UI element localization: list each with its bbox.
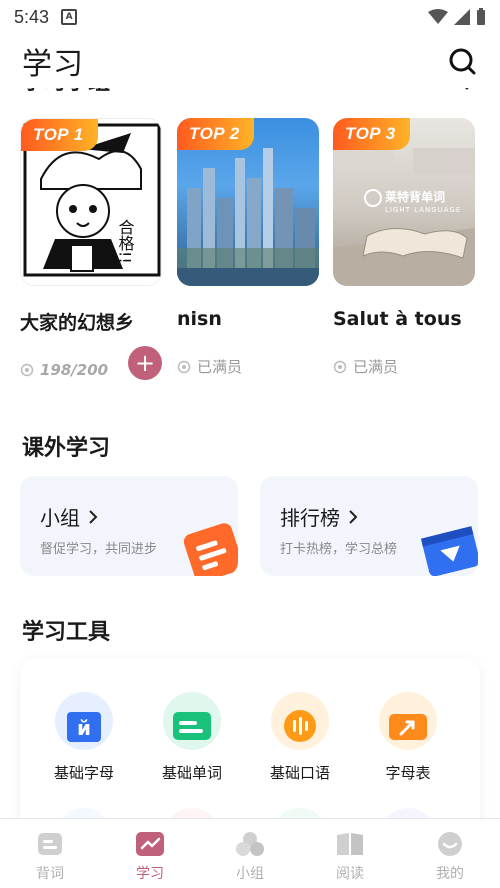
profile-icon	[434, 829, 466, 859]
group-status: 已满员	[177, 356, 319, 377]
card-title-label: 小组	[40, 506, 80, 530]
member-icon	[177, 360, 191, 373]
letters-glyph: й	[77, 716, 91, 740]
group-card[interactable]: 莱特背单词 LIGHT LANGUAGE TOP 3 Salut à tous …	[333, 118, 475, 377]
group-study-card[interactable]: 小组 督促学习，共同进步	[20, 476, 238, 576]
nav-label: 学习	[136, 866, 164, 882]
nav-label: 背词	[36, 866, 64, 882]
signal-icon	[454, 9, 470, 25]
card-title-label: 排行榜	[280, 506, 340, 530]
group-thumbnail: 合格!! TOP 1	[20, 118, 162, 286]
alphabet-icon	[379, 692, 437, 750]
group-chat-icon	[183, 523, 238, 576]
rank-badge: TOP 3	[333, 118, 410, 150]
nav-item-study[interactable]: 学习	[100, 819, 200, 888]
member-icon	[333, 360, 347, 373]
group-card[interactable]: TOP 2 nisn 已满员	[177, 118, 319, 377]
full-status: 已满员	[197, 358, 243, 376]
tools-title: 学习工具	[22, 620, 111, 645]
top-groups: 合格!! TOP 1 大家的幻想乡 198/200 + TOP 2 nisn 已…	[0, 118, 500, 388]
tool-label: 基础口语	[269, 764, 330, 782]
watermark-subtitle: LIGHT LANGUAGE	[385, 206, 462, 214]
group-status: 已满员	[333, 356, 475, 377]
chevron-right-icon	[349, 509, 358, 524]
book-icon	[334, 829, 366, 859]
group-thumbnail: 莱特背单词 LIGHT LANGUAGE TOP 3	[333, 118, 475, 286]
join-group-button[interactable]: +	[128, 346, 162, 380]
extracurricular-title: 课外学习	[22, 436, 111, 461]
chevron-right-icon	[89, 509, 98, 524]
rank-badge: TOP 1	[21, 119, 98, 151]
nav-item-vocabulary[interactable]: 背词	[0, 819, 100, 888]
battery-icon	[477, 8, 485, 25]
app-header: 学习	[0, 34, 500, 88]
tool-basic-speaking[interactable]: 基础口语	[254, 692, 346, 783]
status-time: 5:43	[14, 6, 50, 27]
search-icon	[449, 48, 476, 75]
leaderboard-card[interactable]: 排行榜 打卡热榜，学习总榜	[260, 476, 478, 576]
rank-badge: TOP 2	[177, 118, 254, 150]
page-title: 学习	[22, 47, 84, 82]
group-name: nisn	[177, 308, 222, 330]
tool-label: 基础单词	[161, 764, 222, 782]
tool-label: 基础字母	[53, 764, 114, 782]
trophy-flag-icon	[420, 526, 478, 576]
tool-basic-letters[interactable]: й 基础字母	[38, 692, 130, 783]
card-title: 排行榜	[280, 502, 358, 531]
words-icon	[163, 692, 221, 750]
card-title: 小组	[40, 502, 98, 531]
group-name: 大家的幻想乡	[20, 312, 135, 334]
app-notification-icon: A	[61, 9, 78, 25]
status-bar: 5:43 A	[0, 0, 500, 34]
nav-label: 小组	[236, 866, 264, 882]
watermark-title: 莱特背单词	[385, 190, 446, 204]
study-chart-icon	[134, 829, 166, 859]
wifi-icon	[428, 9, 448, 24]
speaking-icon	[271, 692, 329, 750]
letters-icon: й	[55, 692, 113, 750]
nav-item-groups[interactable]: 小组	[200, 819, 300, 888]
full-status: 已满员	[353, 358, 399, 376]
tool-basic-words[interactable]: 基础单词	[146, 692, 238, 783]
tool-label: 字母表	[385, 764, 431, 782]
nav-label: 阅读	[336, 866, 364, 882]
tool-alphabet[interactable]: 字母表	[362, 692, 454, 783]
group-name: Salut à tous	[333, 308, 462, 330]
card-description: 打卡热榜，学习总榜	[280, 542, 398, 557]
bottom-navigation: 背词 学习 小组 阅读 我的	[0, 818, 500, 888]
flashcard-icon	[34, 829, 66, 859]
nav-item-reading[interactable]: 阅读	[300, 819, 400, 888]
search-button[interactable]	[446, 45, 478, 77]
status-indicators	[428, 8, 486, 26]
card-description: 督促学习，共同进步	[40, 542, 158, 557]
nav-label: 我的	[436, 866, 464, 882]
nav-item-profile[interactable]: 我的	[400, 819, 500, 888]
member-icon	[20, 363, 34, 377]
group-thumbnail: TOP 2	[177, 118, 319, 286]
manga-text: 合格!!	[116, 219, 135, 264]
member-count: 198/200	[40, 361, 109, 379]
groups-icon	[234, 829, 266, 859]
group-card[interactable]: 合格!! TOP 1 大家的幻想乡 198/200	[20, 118, 162, 379]
